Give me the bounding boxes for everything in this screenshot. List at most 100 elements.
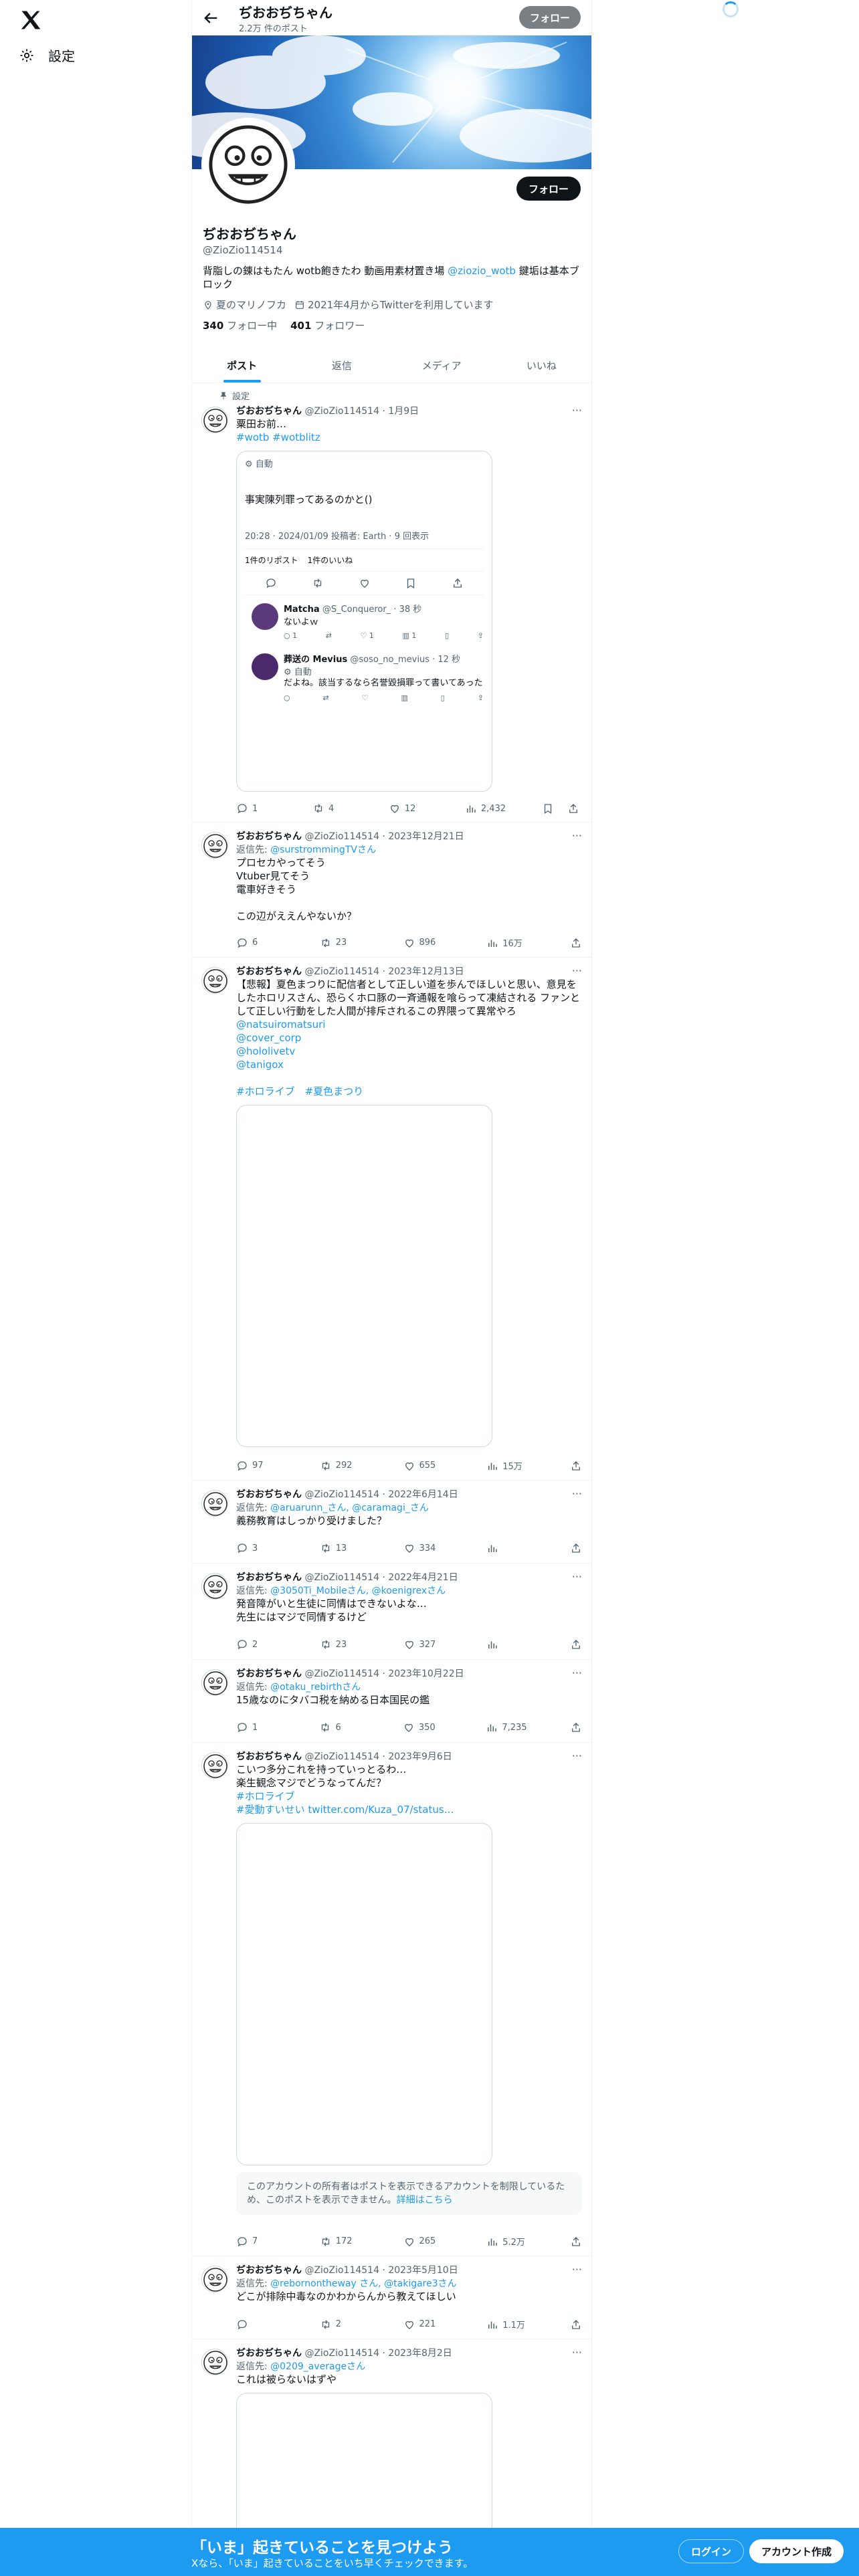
tweet-meta: @ZioZio114514 · 2023年12月13日 <box>304 966 464 977</box>
retweet-button[interactable]: 23 <box>320 936 360 949</box>
retweet-button[interactable]: 292 <box>320 1459 360 1472</box>
notice-details-link[interactable]: 詳細はこちら <box>397 2195 453 2206</box>
hashtag-link[interactable]: #ホロライブ <box>236 1790 582 1803</box>
retweet-button[interactable]: 4 <box>312 802 353 815</box>
like-button[interactable]: 896 <box>403 936 444 949</box>
retweet-button[interactable]: 6 <box>319 1721 359 1733</box>
share-button[interactable] <box>570 1638 582 1650</box>
views-button[interactable]: 15万 <box>486 1459 527 1472</box>
tweet[interactable]: ··· ぢおおぢちゃん @ZioZio114514 · 2022年4月21日 返… <box>192 1564 591 1660</box>
reply-to-link[interactable]: @rebornontheway さん, @takigare3さん <box>270 2278 456 2289</box>
views-button[interactable]: 16万 <box>486 936 527 949</box>
like-icon <box>403 2319 415 2331</box>
tweet-hashtags[interactable]: #ホロライブ #夏色まつり <box>236 1085 582 1098</box>
profile-avatar[interactable] <box>201 118 295 211</box>
tweet-hashtags[interactable]: #wotb #wotblitz <box>236 431 582 444</box>
share-button[interactable] <box>570 1542 582 1554</box>
views-button[interactable]: 7,235 <box>486 1721 527 1733</box>
reply-button[interactable]: 6 <box>236 936 276 949</box>
quoted-text: 事実陳列罪ってあるのかと() <box>245 494 373 506</box>
following-link[interactable]: 340 フォロー中 <box>203 318 277 332</box>
views-button[interactable]: 1.1万 <box>486 2318 527 2331</box>
tweet[interactable]: ··· ぢおおぢちゃん @ZioZio114514 · 2023年9月6日 こい… <box>192 1743 591 2256</box>
share-button[interactable] <box>570 2318 582 2331</box>
tweet[interactable]: ··· ぢおおぢちゃん @ZioZio114514 · 2023年5月10日 返… <box>192 2256 591 2339</box>
reply-button[interactable]: 3 <box>236 1542 276 1554</box>
nav-settings-link[interactable]: 設定 <box>19 45 75 65</box>
quoted-screenshot-image[interactable]: ⚙ 自動 事実陳列罪ってあるのかと() 20:28 · 2024/01/09 投… <box>236 451 492 792</box>
retweet-icon <box>319 1721 331 1733</box>
tab-replies[interactable]: 返信 <box>292 348 391 383</box>
tab-posts[interactable]: ポスト <box>192 348 292 383</box>
reply-to-link[interactable]: @3050Ti_Mobileさん, @koenigrexさん <box>270 1586 446 1596</box>
tweet-avatar[interactable] <box>201 1573 228 1600</box>
tweet[interactable]: ··· ぢおおぢちゃん @ZioZio114514 · 2023年10月22日 … <box>192 1660 591 1743</box>
views-button[interactable]: 5.2万 <box>486 2235 527 2248</box>
tweet-avatar[interactable] <box>201 407 228 433</box>
tweet-media-placeholder[interactable] <box>236 1105 492 1447</box>
bookmark-icon[interactable] <box>542 802 554 815</box>
reply-button[interactable]: 7 <box>236 2235 276 2248</box>
views-button[interactable] <box>486 1542 527 1554</box>
tweet-avatar[interactable] <box>201 2266 228 2292</box>
share-button[interactable] <box>570 936 582 949</box>
like-button[interactable]: 350 <box>403 1721 443 1733</box>
like-button[interactable]: 265 <box>403 2235 444 2248</box>
retweet-button[interactable]: 23 <box>320 1638 360 1650</box>
share-button[interactable] <box>570 1459 582 1472</box>
reply-icon <box>236 802 248 815</box>
views-icon <box>486 2236 498 2248</box>
retweet-button[interactable]: 2 <box>320 2318 360 2331</box>
bio-mention-link[interactable]: @ziozio_wotb <box>448 265 516 277</box>
tweet-media-placeholder[interactable] <box>236 1823 492 2165</box>
reply-button[interactable]: 1 <box>236 1721 276 1733</box>
tweet-avatar[interactable] <box>201 1669 228 1696</box>
reply-count: 1 <box>252 803 258 814</box>
tweet-avatar[interactable] <box>201 2349 228 2375</box>
tweet-avatar[interactable] <box>201 1490 228 1517</box>
tweet-avatar[interactable] <box>201 967 228 994</box>
like-icon <box>403 937 415 949</box>
reply-button[interactable]: 2 <box>236 1638 276 1650</box>
x-logo-icon[interactable] <box>19 8 43 32</box>
tweet[interactable]: ··· ぢおおぢちゃん @ZioZio114514 · 2023年12月21日 … <box>192 823 591 958</box>
views-button[interactable] <box>486 1638 527 1650</box>
mention-link[interactable]: @hololivetv <box>236 1045 582 1058</box>
reply-button[interactable]: 97 <box>236 1459 276 1472</box>
like-button[interactable]: 12 <box>389 802 429 815</box>
reply-to-link[interactable]: @aruarunn_さん, @caramagi_さん <box>270 1503 429 1513</box>
tweet-text: 粟田お前… <box>236 418 287 430</box>
like-button[interactable]: 655 <box>403 1459 444 1472</box>
back-arrow-icon[interactable] <box>201 9 220 27</box>
tweet[interactable]: ··· ぢおおぢちゃん @ZioZio114514 · 1月9日 粟田お前… #… <box>192 397 591 823</box>
followers-link[interactable]: 401 フォロワー <box>290 318 365 332</box>
tab-likes[interactable]: いいね <box>492 348 591 383</box>
profile-follow-button[interactable]: フォロー <box>516 177 581 201</box>
reply-to-link[interactable]: @0209_averageさん <box>270 2361 365 2372</box>
login-button[interactable]: ログイン <box>678 2539 745 2563</box>
like-button[interactable]: 327 <box>403 1638 444 1650</box>
hashtag-link[interactable]: #愛動すいせい twitter.com/Kuza_07/status… <box>236 1803 582 1816</box>
retweet-button[interactable]: 172 <box>320 2235 360 2248</box>
like-button[interactable]: 334 <box>403 1542 444 1554</box>
reply-to-link[interactable]: @otaku_rebirthさん <box>270 1682 361 1693</box>
signup-button[interactable]: アカウント作成 <box>749 2539 844 2563</box>
reply-button[interactable] <box>236 2318 276 2331</box>
mention-link[interactable]: @natsuiromatsuri <box>236 1018 582 1031</box>
retweet-button[interactable]: 13 <box>320 1542 360 1554</box>
like-button[interactable]: 221 <box>403 2318 444 2331</box>
share-button[interactable] <box>570 1721 582 1733</box>
mention-link[interactable]: @cover_corp <box>236 1031 582 1045</box>
mention-link[interactable]: @tanigox <box>236 1058 582 1071</box>
header-follow-button[interactable]: フォロー <box>518 6 581 29</box>
tweet-avatar[interactable] <box>201 1752 228 1779</box>
reply-to-link[interactable]: @surstrommingTVさん <box>270 845 376 855</box>
tweet[interactable]: ··· ぢおおぢちゃん @ZioZio114514 · 2022年6月14日 返… <box>192 1481 591 1564</box>
reply-button[interactable]: 1 <box>236 802 276 815</box>
views-button[interactable]: 2,432 <box>465 802 506 815</box>
share-button[interactable] <box>570 2235 582 2248</box>
tweet[interactable]: ··· ぢおおぢちゃん @ZioZio114514 · 2023年12月13日 … <box>192 958 591 1481</box>
share-icon[interactable] <box>567 802 579 815</box>
tab-media[interactable]: メディア <box>392 348 492 383</box>
tweet-avatar[interactable] <box>201 832 228 859</box>
